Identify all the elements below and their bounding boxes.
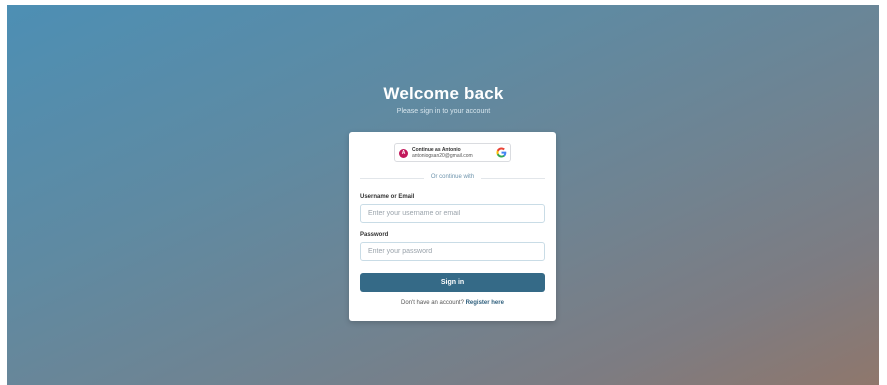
password-input[interactable] xyxy=(360,242,545,261)
username-input[interactable] xyxy=(360,204,545,223)
sign-in-button[interactable]: Sign in xyxy=(360,273,545,292)
google-account-email: antoniogsan20@gmail.com xyxy=(412,153,473,159)
register-prompt: Don't have an account? Register here xyxy=(349,300,556,306)
password-label: Password xyxy=(360,232,389,238)
register-link[interactable]: Register here xyxy=(466,300,504,306)
google-continue-button[interactable]: A Continue as Antonio antoniogsan20@gmai… xyxy=(394,143,511,162)
login-card: A Continue as Antonio antoniogsan20@gmai… xyxy=(349,132,556,321)
avatar: A xyxy=(399,149,408,158)
page-subtitle: Please sign in to your account xyxy=(396,108,491,115)
username-label: Username or Email xyxy=(360,194,415,200)
google-icon xyxy=(496,147,507,158)
register-prompt-text: Don't have an account? xyxy=(401,300,464,306)
divider-line-right xyxy=(481,178,545,179)
divider-text: Or continue with xyxy=(430,174,475,180)
divider: Or continue with xyxy=(360,174,545,182)
page-title: Welcome back xyxy=(383,84,504,103)
